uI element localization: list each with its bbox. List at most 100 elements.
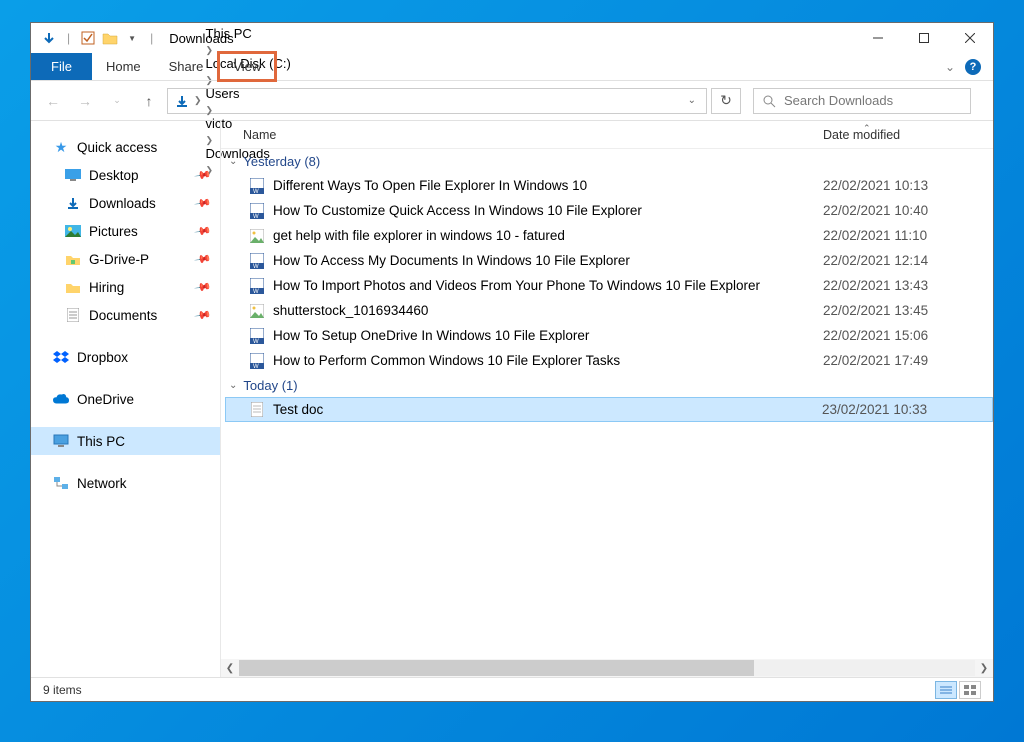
tab-file[interactable]: File — [31, 53, 92, 80]
group-header[interactable]: ⌄Yesterday (8) — [225, 149, 993, 173]
sidebar-onedrive[interactable]: OneDrive — [31, 385, 220, 413]
file-type-icon: W — [249, 328, 265, 344]
group-header[interactable]: ⌄ Today (1) — [225, 373, 993, 397]
sidebar-quick-access[interactable]: ★ Quick access — [31, 133, 220, 161]
file-row[interactable]: WHow To Setup OneDrive In Windows 10 Fil… — [225, 323, 993, 348]
group-label: Yesterday (8) — [243, 154, 320, 169]
properties-icon[interactable] — [80, 30, 96, 46]
file-date: 22/02/2021 15:06 — [823, 328, 993, 343]
file-row[interactable]: W How To Import Photos and Videos From Yo… — [225, 273, 993, 298]
separator: | — [67, 31, 70, 45]
nav-back-button[interactable]: ← — [39, 87, 67, 115]
sidebar-item-label: This PC — [77, 434, 125, 449]
tab-view[interactable]: View — [217, 51, 277, 82]
column-headers: Name ⌃ Date modified — [221, 121, 993, 149]
file-type-icon: W — [249, 353, 265, 369]
titlebar: | ▼ | Downloads — [31, 23, 993, 53]
maximize-button[interactable] — [901, 23, 947, 53]
folder-icon[interactable] — [102, 30, 118, 46]
dropdown-icon[interactable]: ▼ — [124, 30, 140, 46]
file-list-pane: Name ⌃ Date modified ⌄Yesterday (8)WDiff… — [221, 121, 993, 677]
folder-icon — [65, 195, 81, 211]
sidebar-item[interactable]: Desktop📌 — [31, 161, 220, 189]
thumbnails-view-button[interactable] — [959, 681, 981, 699]
ribbon-right: ⌄ ? — [945, 53, 993, 80]
scroll-track[interactable] — [239, 660, 975, 676]
expand-ribbon-icon[interactable]: ⌄ — [945, 60, 955, 74]
file-name: How To Import Photos and Videos From You… — [273, 278, 823, 293]
sidebar-item[interactable]: Downloads📌 — [31, 189, 220, 217]
file-explorer-window: | ▼ | Downloads File Home Share View ⌄ ? — [30, 22, 994, 702]
file-type-icon: W — [249, 203, 265, 219]
refresh-button[interactable]: ↻ — [711, 88, 741, 114]
horizontal-scrollbar[interactable]: ❮ ❯ — [221, 659, 993, 677]
sidebar-item[interactable]: G-Drive-P📌 — [31, 245, 220, 273]
file-name: How To Access My Documents In Windows 10… — [273, 253, 823, 268]
file-type-icon: W — [249, 278, 265, 294]
folder-icon — [65, 279, 81, 295]
file-row[interactable]: Test doc23/02/2021 10:33 — [225, 397, 993, 422]
chevron-right-icon[interactable]: ❯ — [194, 95, 202, 106]
file-row[interactable]: shutterstock_101693446022/02/2021 13:45 — [225, 298, 993, 323]
column-label: Date modified — [823, 128, 900, 142]
file-type-icon — [249, 402, 265, 418]
details-view-button[interactable] — [935, 681, 957, 699]
item-count: 9 items — [43, 683, 82, 697]
separator: | — [150, 31, 153, 45]
folder-icon — [65, 251, 81, 267]
column-name[interactable]: Name — [243, 128, 823, 142]
svg-text:W: W — [253, 264, 259, 269]
sidebar-dropbox[interactable]: Dropbox — [31, 343, 220, 371]
scroll-thumb[interactable] — [239, 660, 754, 676]
breadcrumb-segment[interactable]: Users — [206, 86, 291, 101]
sidebar-this-pc[interactable]: This PC — [31, 427, 220, 455]
group-label: Today (1) — [243, 378, 297, 393]
tab-share[interactable]: Share — [155, 53, 218, 80]
chevron-right-icon[interactable]: ❯ — [206, 105, 214, 115]
file-date: 22/02/2021 10:13 — [823, 178, 993, 193]
file-row[interactable]: WHow to Perform Common Windows 10 File E… — [225, 348, 993, 373]
pin-icon: 📌 — [194, 194, 213, 213]
file-name: get help with file explorer in windows 1… — [273, 228, 823, 243]
sidebar-item[interactable]: Hiring📌 — [31, 273, 220, 301]
file-name: How To Customize Quick Access In Windows… — [273, 203, 823, 218]
svg-text:W: W — [253, 339, 259, 344]
nav-up-button[interactable]: ↑ — [135, 87, 163, 115]
file-type-icon — [249, 303, 265, 319]
address-dropdown-icon[interactable]: ⌄ — [684, 95, 700, 106]
file-date: 22/02/2021 10:40 — [823, 203, 993, 218]
file-row[interactable]: W How To Access My Documents In Windows 1… — [225, 248, 993, 273]
scroll-right-icon[interactable]: ❯ — [975, 663, 993, 674]
file-row[interactable]: WDifferent Ways To Open File Explorer In… — [225, 173, 993, 198]
nav-recent-dropdown[interactable]: ⌄ — [103, 87, 131, 115]
close-button[interactable] — [947, 23, 993, 53]
svg-text:W: W — [253, 214, 259, 219]
quick-access-toolbar: | ▼ | Downloads — [31, 30, 234, 46]
breadcrumb-segment[interactable]: This PC — [206, 26, 291, 41]
sidebar-item[interactable]: Documents📌 — [31, 301, 220, 329]
ribbon-tabs: File Home Share View ⌄ ? — [31, 53, 993, 81]
chevron-down-icon: ⌄ — [229, 380, 237, 391]
minimize-button[interactable] — [855, 23, 901, 53]
sidebar-network[interactable]: Network — [31, 469, 220, 497]
file-date: 22/02/2021 13:43 — [823, 278, 993, 293]
help-icon[interactable]: ? — [965, 59, 981, 75]
file-date: 22/02/2021 11:10 — [823, 228, 993, 243]
sidebar-item-label: Pictures — [89, 224, 138, 239]
nav-forward-button[interactable]: → — [71, 87, 99, 115]
scroll-left-icon[interactable]: ❮ — [221, 663, 239, 674]
column-date-modified[interactable]: ⌃ Date modified — [823, 128, 993, 142]
sidebar-item[interactable]: Pictures📌 — [31, 217, 220, 245]
search-box[interactable]: Search Downloads — [753, 88, 971, 114]
search-placeholder: Search Downloads — [784, 93, 893, 108]
navigation-pane: ★ Quick access Desktop📌Downloads📌Picture… — [31, 121, 221, 677]
tab-home[interactable]: Home — [92, 53, 155, 80]
sort-ascending-icon: ⌃ — [863, 123, 871, 134]
file-type-icon: W — [249, 253, 265, 269]
file-date: 22/02/2021 17:49 — [823, 353, 993, 368]
address-bar[interactable]: ❯ This PC❯Local Disk (C:)❯Users❯victo❯Do… — [167, 88, 707, 114]
file-row[interactable]: get help with file explorer in windows 1… — [225, 223, 993, 248]
down-arrow-icon[interactable] — [41, 30, 57, 46]
file-row[interactable]: W How To Customize Quick Access In Window… — [225, 198, 993, 223]
search-icon — [762, 94, 776, 108]
